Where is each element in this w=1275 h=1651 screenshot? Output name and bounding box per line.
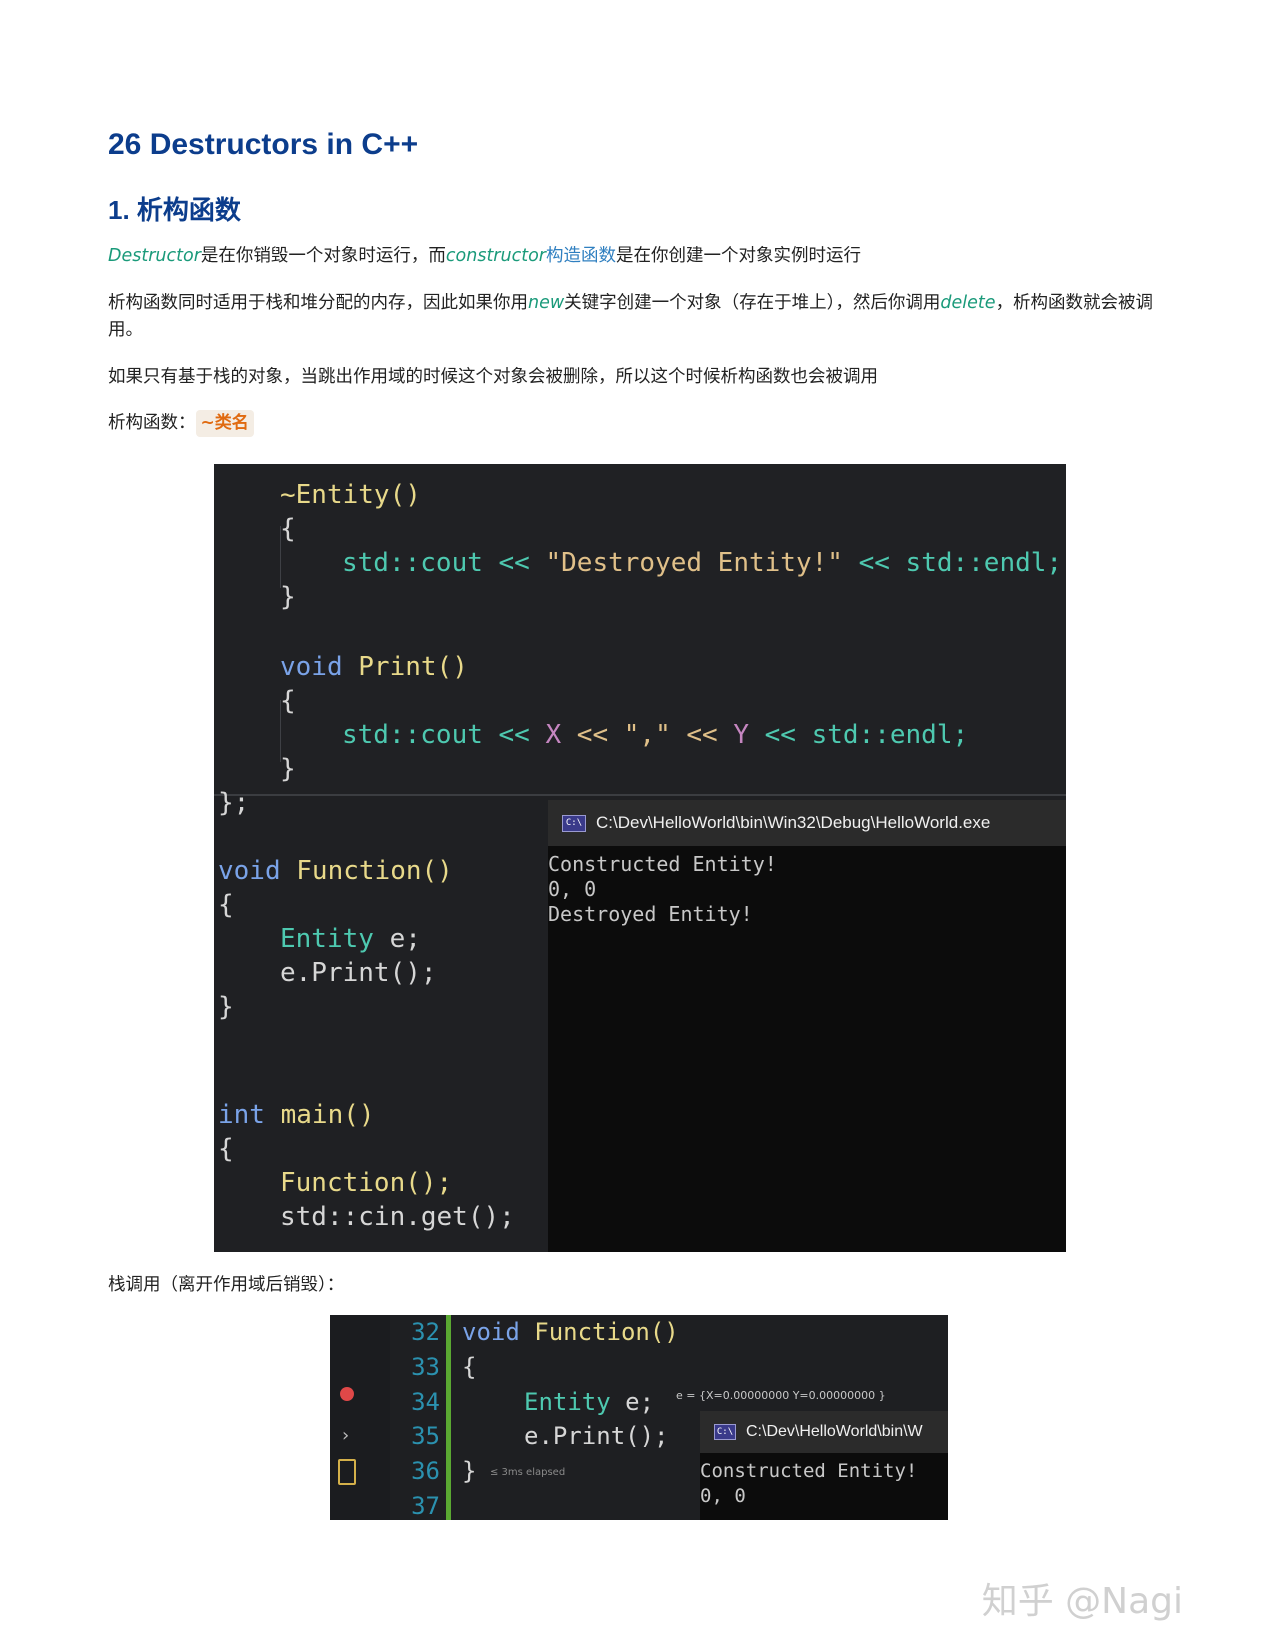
print-function-name: Print()	[358, 652, 468, 682]
p2-text1: 析构函数同时适用于栈和堆分配的内存，因此如果你用	[108, 293, 528, 313]
y-variable: Y	[733, 720, 749, 750]
code-line-function-signature: void Function()	[218, 854, 453, 888]
code-line-brace: {	[218, 1134, 234, 1164]
code-line-e-print: e.Print();	[524, 1422, 669, 1450]
code-line-entity-decl: Entity e;	[280, 922, 421, 956]
line-number: 35	[411, 1422, 440, 1451]
caption-stack-call: 栈调用（离开作用域后销毁）：	[108, 1275, 345, 1295]
console-title: C:\Dev\HelloWorld\bin\W	[746, 1423, 923, 1440]
console-output: Constructed Entity! 0, 0	[700, 1459, 917, 1509]
debug-datatip[interactable]: e = {X=0.00000000 Y=0.00000000 }	[676, 1389, 886, 1402]
destructor-name: ~Entity()	[280, 480, 421, 510]
function-call: Function();	[280, 1168, 453, 1198]
entity-type: Entity	[280, 924, 374, 954]
destroyed-string: "Destroyed Entity!"	[545, 548, 843, 578]
comma-separator: << "," <<	[561, 720, 734, 750]
keyword-delete: delete	[940, 293, 996, 313]
chevron-right-icon: ›	[342, 1425, 350, 1446]
console-window: C:\ C:\Dev\HelloWorld\bin\Win32\Debug\He…	[548, 800, 1066, 1252]
code-line-brace: {	[462, 1353, 477, 1381]
section-heading: 1. 析构函数	[108, 195, 241, 225]
console-output-line: 0, 0	[548, 877, 597, 901]
console-app-icon: C:\	[714, 1424, 736, 1440]
int-keyword: int	[218, 1100, 281, 1130]
endl-suffix: << std::endl;	[842, 548, 1063, 578]
line-number: 32	[411, 1318, 440, 1346]
p1-text1: 是在你销毁一个对象时运行，而	[200, 246, 446, 266]
cout-prefix: std::cout <<	[342, 548, 546, 578]
paragraph-destructor-syntax: 析构函数： ~类名	[108, 410, 1178, 437]
term-destructor: Destructor	[108, 246, 201, 266]
term-constructor-cn: 构造函数	[545, 246, 616, 266]
console-window: C:\ C:\Dev\HelloWorld\bin\W Constructed …	[700, 1411, 948, 1520]
term-constructor: constructor	[445, 246, 546, 266]
code-screenshot-destructor: ~Entity() { std::cout << "Destroyed Enti…	[214, 464, 1066, 1252]
void-keyword: void	[218, 856, 297, 886]
line-number: 33	[411, 1352, 440, 1381]
editor-margin	[330, 1315, 390, 1520]
cout-prefix: std::cout <<	[342, 720, 546, 750]
endl-suffix: << std::endl;	[749, 720, 969, 750]
inline-code-tilde-classname: ~类名	[195, 410, 254, 437]
code-line-print-signature: void Print()	[280, 650, 468, 684]
code-line-brace: }	[218, 992, 234, 1022]
code-screenshot-stack-scope: › 32 33 34 35 36 37 void Function() { Entity …	[330, 1315, 948, 1520]
console-output-line: 0, 0	[700, 1485, 746, 1507]
code-line-main-signature: int main()	[218, 1098, 375, 1132]
code-line-function-call: Function();	[280, 1166, 452, 1200]
paragraph-destructor-intro: Destructor是在你销毁一个对象时运行，而constructor构造函数是…	[108, 243, 1178, 270]
line-numbers: 32 33 34 35 36 37	[400, 1315, 440, 1520]
p2-text2: 关键字创建一个对象（存在于堆上），然后你调用	[564, 293, 941, 313]
code-line-brace: {	[280, 686, 296, 716]
code-line-cout-xy: std::cout << X << "," << Y << std::endl;	[342, 718, 968, 752]
line-number: 36	[411, 1457, 440, 1486]
code-line-brace: {	[280, 514, 296, 544]
console-titlebar[interactable]: C:\ C:\Dev\HelloWorld\bin\W	[700, 1411, 948, 1453]
console-output-line: Constructed Entity!	[548, 852, 777, 876]
function-name: Function()	[296, 856, 453, 886]
void-keyword: void	[280, 652, 359, 682]
paragraph-stack-scope: 如果只有基于栈的对象，当跳出作用域的时候这个对象会被删除，所以这个时候析构函数也…	[108, 367, 878, 387]
code-line-brace: }	[280, 754, 296, 784]
console-app-icon: C:\	[562, 814, 586, 832]
code-line-e-print: e.Print();	[280, 958, 437, 988]
entity-type: Entity	[524, 1388, 611, 1416]
code-line-class-end: };	[218, 788, 250, 818]
code-line-brace: }	[462, 1457, 477, 1485]
code-line-cin-get: std::cin.get();	[280, 1202, 515, 1232]
entity-var: e;	[610, 1388, 655, 1416]
console-titlebar[interactable]: C:\ C:\Dev\HelloWorld\bin\Win32\Debug\He…	[548, 800, 1066, 846]
keyword-new: new	[528, 293, 565, 313]
watermark: 知乎 @Nagi	[981, 1581, 1183, 1622]
entity-var: e;	[373, 924, 421, 954]
bookmark-icon	[338, 1459, 356, 1485]
void-keyword: void	[462, 1318, 535, 1346]
code-line-function-signature: void Function()	[462, 1315, 679, 1350]
function-name: Function()	[534, 1318, 679, 1346]
main-function-name: main()	[280, 1100, 375, 1130]
code-line-destructor: ~Entity()	[280, 478, 421, 512]
line-number: 37	[411, 1491, 440, 1520]
code-line-entity-decl: Entity e;	[524, 1385, 654, 1420]
console-output: Constructed Entity! 0, 0 Destroyed Entity!	[548, 852, 777, 927]
console-output-line: Destroyed Entity!	[548, 902, 753, 926]
code-line-cout-destroyed: std::cout << "Destroyed Entity!" << std:…	[342, 546, 1062, 580]
console-output-line: Constructed Entity!	[700, 1460, 918, 1482]
paragraph-heap-stack: 析构函数同时适用于栈和堆分配的内存，因此如果你用new关键字创建一个对象（存在于…	[108, 290, 1178, 344]
line-number: 34	[411, 1387, 440, 1416]
console-title: C:\Dev\HelloWorld\bin\Win32\Debug\HelloW…	[596, 813, 991, 832]
x-variable: X	[545, 720, 562, 750]
code-line-brace: {	[218, 890, 234, 920]
breakpoint-icon[interactable]	[340, 1387, 354, 1401]
p1-text2: 是在你创建一个对象实例时运行	[615, 246, 861, 266]
p4-label: 析构函数：	[108, 413, 196, 433]
page-title: 26 Destructors in C++	[108, 128, 419, 161]
change-indicator-bar	[446, 1315, 451, 1520]
elapsed-time-hint: ≤ 3ms elapsed	[490, 1467, 566, 1478]
code-line-brace: }	[280, 582, 296, 612]
